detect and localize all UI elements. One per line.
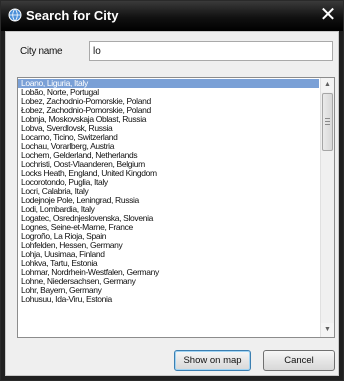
list-item[interactable]: Lochem, Gelderland, Netherlands xyxy=(18,151,319,160)
list-item[interactable]: Lobva, Sverdlovsk, Russia xyxy=(18,124,319,133)
list-item[interactable]: Lochristi, Oost-Vlaanderen, Belgium xyxy=(18,160,319,169)
list-item[interactable]: Lohkva, Tartu, Estonia xyxy=(18,259,319,268)
cancel-button[interactable]: Cancel xyxy=(263,350,335,371)
list-item[interactable]: Logroño, La Rioja, Spain xyxy=(18,232,319,241)
city-results-list[interactable]: Loano, Liguria, Italy Lobão, Norte, Portu… xyxy=(17,77,335,338)
list-item[interactable]: Locarno, Ticino, Switzerland xyxy=(18,133,319,142)
list-item[interactable]: Lohfelden, Hessen, Germany xyxy=(18,241,319,250)
list-item[interactable]: Lodejnoje Pole, Leningrad, Russia xyxy=(18,196,319,205)
chevron-down-icon: ▼ xyxy=(324,326,331,333)
dialog-body: City name Loano, Liguria, ItalyLobão, No… xyxy=(5,31,339,376)
city-results-items: Loano, Liguria, Italy Lobão, Norte, Portu… xyxy=(18,79,319,304)
list-item[interactable]: Locorotondo, Puglia, Italy xyxy=(18,178,319,187)
close-button[interactable]: ✕ xyxy=(317,4,339,26)
list-item[interactable]: Lohmar, Nordrhein-Westfalen, Germany xyxy=(18,268,319,277)
list-item[interactable]: Lohja, Uusimaa, Finland xyxy=(18,250,319,259)
list-item[interactable]: Lobez, Zachodnio-Pomorskie, Poland xyxy=(18,97,319,106)
thumb-grip-line xyxy=(325,118,330,119)
chevron-up-icon: ▲ xyxy=(324,81,331,88)
list-item[interactable]: Lohne, Niedersachsen, Germany xyxy=(18,277,319,286)
scroll-up-button[interactable]: ▲ xyxy=(321,78,334,92)
list-item[interactable]: Lohusuu, Ida-Viru, Estonia xyxy=(18,295,319,304)
list-item[interactable]: Logatec, Osrednjeslovenska, Slovenia xyxy=(18,214,319,223)
city-name-label: City name xyxy=(20,46,63,57)
dialog-title: Search for City xyxy=(26,8,119,23)
thumb-grip-line xyxy=(325,124,330,125)
list-item[interactable]: Locks Heath, England, United Kingdom xyxy=(18,169,319,178)
scroll-thumb[interactable] xyxy=(322,93,333,151)
show-on-map-button[interactable]: Show on map xyxy=(174,350,251,371)
scroll-down-button[interactable]: ▼ xyxy=(321,323,334,337)
globe-icon xyxy=(8,8,22,22)
vertical-scrollbar[interactable]: ▲ ▼ xyxy=(320,78,334,337)
list-item[interactable]: Lobão, Norte, Portugal xyxy=(18,88,319,97)
list-item[interactable]: Lochau, Vorarlberg, Austria xyxy=(18,142,319,151)
title-bar[interactable]: Search for City ✕ xyxy=(1,1,343,31)
list-item[interactable]: Lobnja, Moskovskaja Oblast, Russia xyxy=(18,115,319,124)
thumb-grip-line xyxy=(325,121,330,122)
list-item[interactable]: Lodi, Lombardia, Italy xyxy=(18,205,319,214)
list-item[interactable]: Lognes, Seine-et-Marne, France xyxy=(18,223,319,232)
city-name-input[interactable] xyxy=(89,41,333,61)
list-item[interactable]: Loano, Liguria, Italy xyxy=(18,79,319,88)
list-item[interactable]: Lohr, Bayern, Germany xyxy=(18,286,319,295)
list-item[interactable]: Locri, Calabria, Italy xyxy=(18,187,319,196)
close-icon: ✕ xyxy=(319,4,337,26)
search-city-dialog: Search for City ✕ City name Loano, Ligur… xyxy=(0,0,344,381)
list-item[interactable]: Łobez, Zachodnio-Pomorskie, Poland xyxy=(18,106,319,115)
